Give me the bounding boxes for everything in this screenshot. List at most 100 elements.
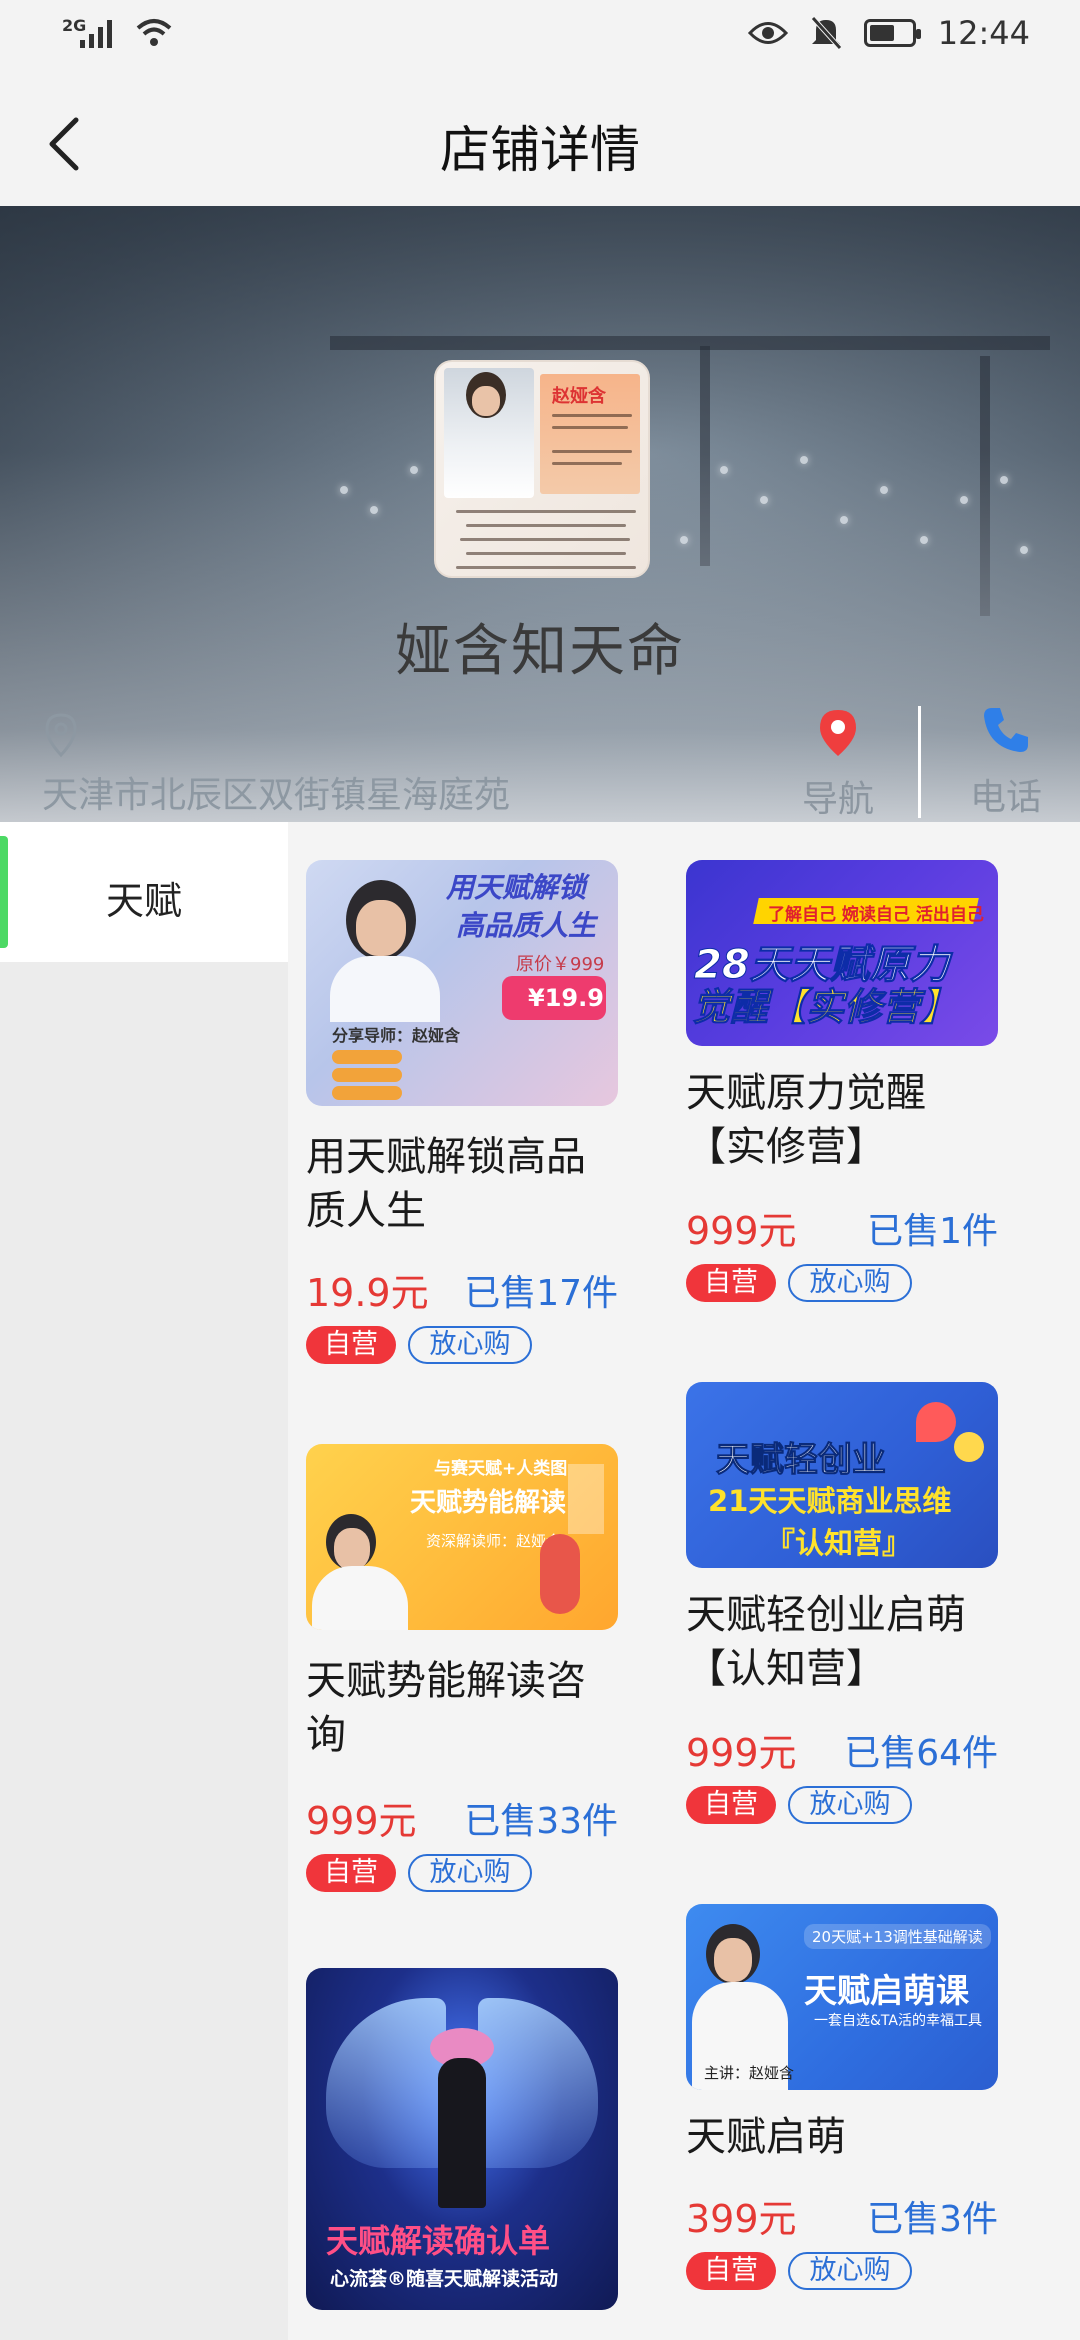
tag-self-operated: 自营: [686, 1264, 776, 1302]
shop-name: 娅含知天命: [395, 619, 685, 684]
tag-self-operated: 自营: [686, 2252, 776, 2290]
shop-address: 天津市北辰区双街镇星海庭苑: [42, 775, 511, 816]
call-button[interactable]: 电话: [966, 704, 1046, 820]
art-person: [438, 2058, 486, 2208]
product-title[interactable]: 天赋启萌: [686, 2110, 996, 2164]
art-label-bar: [332, 1086, 402, 1100]
cover-text-line: [466, 552, 626, 555]
product-image[interactable]: 了解自己 婉读自己 活出自己 28天天赋原力 觉醒【实修营】: [686, 860, 998, 1046]
cover-text-line: [456, 510, 636, 513]
art-building: [568, 1464, 604, 1534]
product-sold-count: 已售33件: [464, 1801, 618, 1842]
product-sold-count: 已售3件: [867, 2199, 998, 2240]
art-headline: 天赋解读确认单: [326, 2222, 551, 2260]
product-title[interactable]: 天赋轻创业启萌【认知营】: [686, 1588, 996, 1696]
product-price: 999元: [686, 1209, 797, 1253]
art-top: 与赛天赋+人类图: [434, 1459, 568, 1479]
cover-text-line: [456, 566, 636, 569]
location-icon: [45, 713, 77, 758]
product-sold-count: 已售17件: [464, 1273, 618, 1314]
art-mentor: 分享导师：赵娅含: [332, 1026, 461, 1045]
cover-text-line: [552, 414, 632, 417]
divider: [918, 706, 921, 818]
product-price: 19.9元: [306, 1271, 429, 1315]
navigate-label: 导航: [801, 779, 874, 820]
product-price: 999元: [686, 1731, 797, 1775]
shop-avatar: 赵娅含: [434, 360, 650, 578]
product-card[interactable]: 20天赋+13调性基础解读 天赋启萌课 一套自选&TA活的幸福工具 主讲：赵娅含…: [668, 1904, 998, 2290]
status-left: 2G: [62, 16, 174, 48]
art-wing-left: [326, 1998, 446, 2168]
art-label-bar: [332, 1068, 402, 1082]
status-bar: 2G 12:44: [0, 0, 1080, 76]
cover-text-line: [460, 538, 630, 541]
product-title[interactable]: 天赋势能解读咨询: [306, 1654, 616, 1762]
product-list: 用天赋解锁 高品质人生 原价￥999 ¥19.9 分享导师：赵娅含 用天赋解锁高…: [288, 822, 1080, 2340]
art-person-face: [356, 900, 406, 956]
phone-icon: [984, 708, 1028, 752]
product-image[interactable]: 天赋解读确认单 心流荟®随喜天赋解读活动: [306, 1968, 618, 2310]
map-pin-icon: [820, 710, 856, 756]
product-title[interactable]: 用天赋解锁高品质人生: [306, 1130, 616, 1238]
clock: 12:44: [937, 14, 1030, 52]
art-rocket: [916, 1402, 956, 1442]
art-sub: 心流荟®随喜天赋解读活动: [330, 2268, 559, 2290]
art-top: 了解自己 婉读自己 活出自己: [768, 905, 984, 925]
art-person-body: [312, 1566, 408, 1630]
cover-text-line: [466, 524, 626, 527]
art-promo-price: ¥19.9: [528, 984, 604, 1012]
product-sold-count: 已售64件: [844, 1733, 998, 1774]
tag-buy-with-confidence: 放心购: [788, 1786, 912, 1824]
tag-buy-with-confidence: 放心购: [788, 2252, 912, 2290]
art-person-face: [334, 1528, 370, 1570]
tag-self-operated: 自营: [686, 1786, 776, 1824]
product-card[interactable]: 了解自己 婉读自己 活出自己 28天天赋原力 觉醒【实修营】 天赋原力觉醒【实修…: [668, 860, 998, 1302]
product-card[interactable]: 天赋解读确认单 心流荟®随喜天赋解读活动: [288, 1968, 618, 2340]
battery-icon: [863, 19, 921, 47]
cover-title: 赵娅含: [552, 386, 606, 407]
shop-header: 赵娅含 娅含知天命 天津市北辰区双街镇星海庭苑 导航 电话: [0, 206, 1080, 822]
art-wing-right: [478, 1998, 598, 2168]
cover-text-line: [552, 450, 632, 453]
tag-buy-with-confidence: 放心购: [788, 1264, 912, 1302]
tag-self-operated: 自营: [306, 1326, 396, 1364]
sidebar-item-talent[interactable]: 天赋: [0, 822, 288, 962]
tag-buy-with-confidence: 放心购: [408, 1326, 532, 1364]
art-headline: 天赋势能解读: [410, 1488, 567, 1518]
status-right: 12:44: [747, 14, 1030, 52]
product-image[interactable]: 天赋轻创业 21天天赋商业思维 『认知营』: [686, 1382, 998, 1568]
art-top: 20天赋+13调性基础解读: [804, 1924, 991, 1949]
cover-text-line: [552, 462, 622, 465]
art-planet: [954, 1432, 984, 1462]
art-line2: 21天天赋商业思维: [708, 1484, 952, 1518]
navigate-button[interactable]: 导航: [800, 708, 876, 822]
product-price: 399元: [686, 2197, 797, 2241]
art-person-face: [714, 1938, 752, 1982]
art-sub: 一套自选&TA活的幸福工具: [814, 2013, 982, 2029]
product-title[interactable]: 天赋原力觉醒【实修营】: [686, 1066, 996, 1174]
art-person-body: [330, 956, 440, 1022]
art-subline: 高品质人生: [456, 909, 597, 942]
tag-buy-with-confidence: 放心购: [408, 1854, 532, 1892]
product-card[interactable]: 用天赋解锁 高品质人生 原价￥999 ¥19.9 分享导师：赵娅含 用天赋解锁高…: [288, 860, 618, 1364]
product-card[interactable]: 与赛天赋+人类图 天赋势能解读 资深解读师：赵娅含 天赋势能解读咨询 999元 …: [288, 1444, 618, 1892]
eye-icon: [747, 22, 788, 44]
sidebar-item-label: 天赋: [105, 879, 182, 923]
product-image[interactable]: 与赛天赋+人类图 天赋势能解读 资深解读师：赵娅含: [306, 1444, 618, 1630]
art-headline: 天赋启萌课: [804, 1971, 969, 2010]
art-mentor: 主讲：赵娅含: [704, 2064, 795, 2082]
call-label: 电话: [969, 777, 1042, 818]
art-line1: 天赋轻创业: [716, 1440, 887, 1481]
art-line2: 觉醒【实修营】: [691, 985, 959, 1030]
tag-self-operated: 自营: [306, 1854, 396, 1892]
product-image[interactable]: 20天赋+13调性基础解读 天赋启萌课 一套自选&TA活的幸福工具 主讲：赵娅含: [686, 1904, 998, 2090]
wifi-icon: [136, 19, 172, 46]
title-bar: 店铺详情: [0, 76, 1080, 206]
page-title: 店铺详情: [440, 121, 640, 179]
art-figure: [540, 1534, 580, 1614]
art-label-bar: [332, 1050, 402, 1064]
mute-bell-icon: [810, 16, 842, 50]
product-card[interactable]: 天赋轻创业 21天天赋商业思维 『认知营』 天赋轻创业启萌【认知营】 999元 …: [668, 1382, 998, 1824]
product-image[interactable]: 用天赋解锁 高品质人生 原价￥999 ¥19.9 分享导师：赵娅含: [306, 860, 618, 1106]
cover-face: [472, 386, 500, 416]
